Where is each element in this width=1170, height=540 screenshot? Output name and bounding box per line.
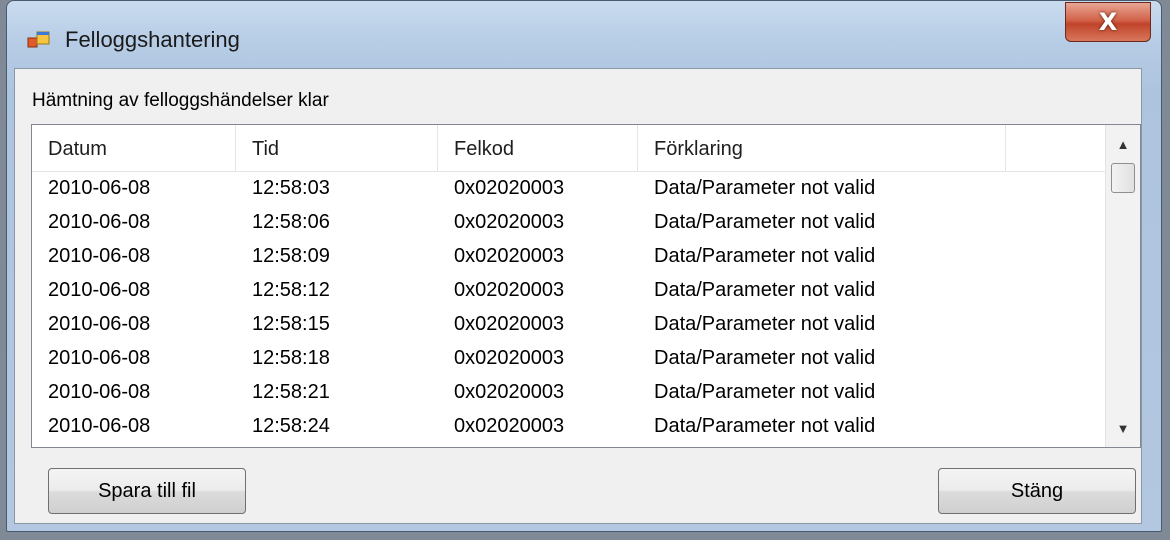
status-label: Hämtning av felloggshändelser klar <box>32 90 329 111</box>
cell-forklaring: Data/Parameter not valid <box>654 211 876 233</box>
cell-datum: 2010-06-08 <box>48 245 151 267</box>
cell-datum: 2010-06-08 <box>48 279 151 301</box>
cell-forklaring: Data/Parameter not valid <box>654 415 876 437</box>
table-row[interactable]: 2010-06-08 12:58:03 0x02020003 Data/Paramet… <box>32 171 1107 205</box>
column-header-felkod[interactable]: Felkod <box>438 125 638 171</box>
cell-forklaring: Data/Parameter not valid <box>654 279 876 301</box>
table-row[interactable]: 2010-06-08 12:58:24 0x02020003 Data/Paramet… <box>32 409 1107 443</box>
cell-forklaring: Data/Parameter not valid <box>654 347 876 369</box>
close-icon: X <box>1098 8 1118 36</box>
column-header-filler <box>1006 125 1107 171</box>
cell-forklaring: Data/Parameter not valid <box>654 177 876 199</box>
vertical-scrollbar[interactable]: ▲ ▼ <box>1105 125 1140 447</box>
cell-tid: 12:58:12 <box>252 279 330 301</box>
cell-datum: 2010-06-08 <box>48 211 151 233</box>
cell-felkod: 0x02020003 <box>454 245 565 267</box>
cell-datum: 2010-06-08 <box>48 415 151 437</box>
cell-datum: 2010-06-08 <box>48 177 151 199</box>
column-header-datum[interactable]: Datum <box>32 125 236 171</box>
cell-felkod: 0x02020003 <box>454 177 565 199</box>
close-button[interactable]: Stäng <box>938 468 1136 514</box>
cell-datum: 2010-06-08 <box>48 313 151 335</box>
save-to-file-button[interactable]: Spara till fil <box>48 468 246 514</box>
list-header: Datum Tid Felkod Förklaring <box>32 125 1107 172</box>
table-row[interactable]: 2010-06-08 12:58:09 0x02020003 Data/Paramet… <box>32 239 1107 273</box>
cell-felkod: 0x02020003 <box>454 347 565 369</box>
cell-felkod: 0x02020003 <box>454 381 565 403</box>
list-rows: 2010-06-08 12:58:03 0x02020003 Data/Paramet… <box>32 171 1107 443</box>
cell-felkod: 0x02020003 <box>454 313 565 335</box>
table-row[interactable]: 2010-06-08 12:58:21 0x02020003 Data/Paramet… <box>32 375 1107 409</box>
cell-tid: 12:58:21 <box>252 381 330 403</box>
cell-forklaring: Data/Parameter not valid <box>654 245 876 267</box>
app-window-icon <box>27 31 50 48</box>
cell-tid: 12:58:15 <box>252 313 330 335</box>
table-row[interactable]: 2010-06-08 12:58:06 0x02020003 Data/Paramet… <box>32 205 1107 239</box>
cell-tid: 12:58:09 <box>252 245 330 267</box>
scroll-down-arrow-icon[interactable]: ▼ <box>1106 413 1140 443</box>
cell-tid: 12:58:24 <box>252 415 330 437</box>
cell-forklaring: Data/Parameter not valid <box>654 381 876 403</box>
table-row[interactable]: 2010-06-08 12:58:18 0x02020003 Data/Paramet… <box>32 341 1107 375</box>
column-header-forklaring[interactable]: Förklaring <box>638 125 1006 171</box>
window-close-button[interactable]: X <box>1065 2 1151 42</box>
column-header-tid[interactable]: Tid <box>236 125 438 171</box>
cell-datum: 2010-06-08 <box>48 347 151 369</box>
cell-felkod: 0x02020003 <box>454 415 565 437</box>
cell-felkod: 0x02020003 <box>454 211 565 233</box>
cell-felkod: 0x02020003 <box>454 279 565 301</box>
table-row[interactable]: 2010-06-08 12:58:15 0x02020003 Data/Paramet… <box>32 307 1107 341</box>
window-title: Felloggshantering <box>65 27 240 52</box>
scroll-up-arrow-icon[interactable]: ▲ <box>1106 129 1140 159</box>
cell-tid: 12:58:18 <box>252 347 330 369</box>
cell-tid: 12:58:06 <box>252 211 330 233</box>
cell-datum: 2010-06-08 <box>48 381 151 403</box>
scrollbar-thumb[interactable] <box>1111 163 1135 193</box>
table-row[interactable]: 2010-06-08 12:58:12 0x02020003 Data/Paramet… <box>32 273 1107 307</box>
cell-tid: 12:58:03 <box>252 177 330 199</box>
fault-log-list[interactable]: Datum Tid Felkod Förklaring 2010-06-08 12… <box>31 124 1141 448</box>
cell-forklaring: Data/Parameter not valid <box>654 313 876 335</box>
